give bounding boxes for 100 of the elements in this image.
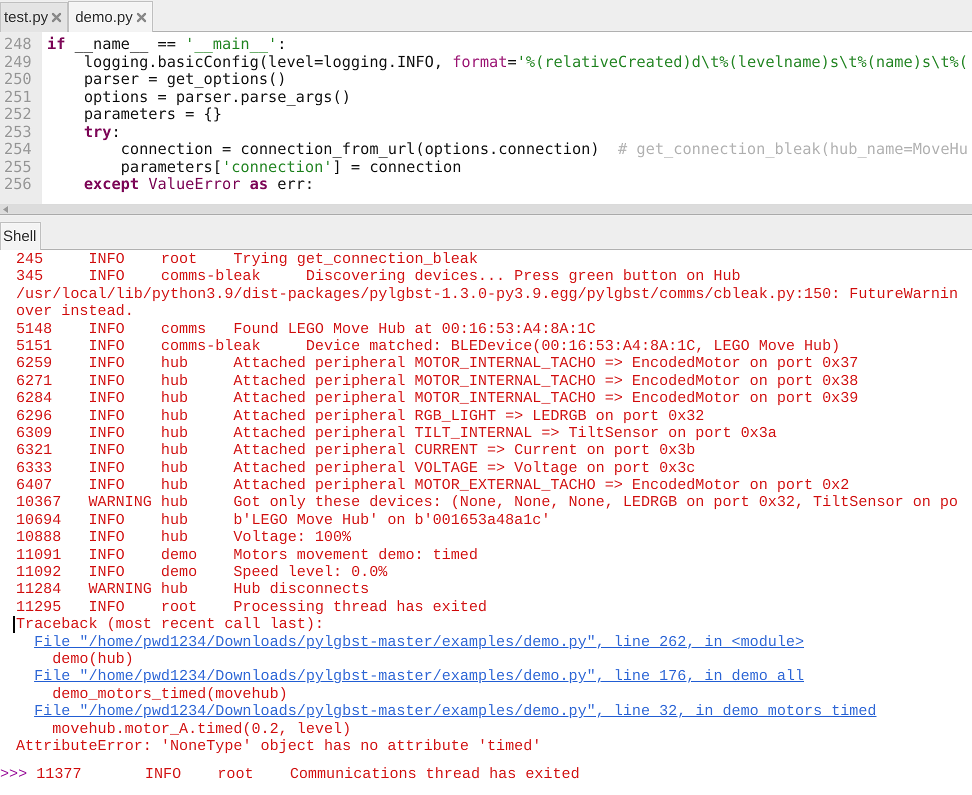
- log-time: 11091: [16, 546, 62, 564]
- source-line: demo(hub): [52, 650, 134, 668]
- log-message: Attached peripheral VOLTAGE => Voltage on port 0x3c: [233, 460, 696, 478]
- log-time: 345: [16, 268, 44, 286]
- line-number: 253: [3, 124, 33, 141]
- code-line: except ValueError as err:: [82, 176, 316, 194]
- log-logger: hub: [160, 355, 190, 373]
- code-line: options = parser.parse_args(): [82, 88, 352, 106]
- line-number: 252: [3, 106, 33, 124]
- shell-tab[interactable]: Shell: [0, 222, 42, 250]
- log-level: INFO: [88, 512, 126, 530]
- code-line: parser = get_options(): [82, 71, 286, 88]
- log-logger: hub: [160, 424, 190, 442]
- log-logger: hub: [160, 372, 190, 390]
- log-message: Communications thread has exited: [290, 766, 580, 784]
- source-line: movehub.motor_A.timed(0.2, level): [52, 720, 352, 738]
- log-logger: comms-bleak: [160, 338, 262, 356]
- log-time: 10694: [16, 512, 62, 530]
- log-time: 6271: [16, 372, 54, 390]
- log-logger: hub: [160, 408, 190, 425]
- log-message: Attached peripheral MOTOR_INTERNAL_TACHO => EncodedMotor on port 0x38: [233, 372, 858, 390]
- shell-prompt: >>>: [0, 766, 28, 784]
- log-logger: hub: [160, 494, 190, 512]
- line-number: 250: [3, 71, 33, 88]
- log-time: 6259: [16, 355, 54, 373]
- log-level: WARNING: [88, 494, 153, 512]
- log-logger: demo: [160, 564, 198, 582]
- log-time: 11092: [16, 564, 62, 582]
- log-message: Discovering devices... Press green button on Hub: [306, 268, 741, 286]
- log-level: INFO: [88, 424, 126, 442]
- log-level: INFO: [88, 529, 126, 547]
- log-time: 11284: [16, 581, 62, 599]
- scroll-left-icon[interactable]: [3, 206, 8, 212]
- log-level: INFO: [88, 442, 126, 460]
- line-number: 255: [3, 158, 33, 176]
- log-logger: hub: [160, 529, 190, 547]
- log-level: INFO: [88, 598, 126, 616]
- log-message: b'LEGO Move Hub' on b'001653a48a1c': [233, 512, 550, 530]
- log-message: Attached peripheral MOTOR_INTERNAL_TACHO => EncodedMotor on port 0x37: [233, 355, 858, 373]
- file-tab[interactable]: test.py: [0, 2, 68, 32]
- log-time: 10367: [16, 494, 62, 512]
- log-message: Attached peripheral MOTOR_INTERNAL_TACHO => EncodedMotor on port 0x39: [233, 390, 858, 408]
- log-level: INFO: [88, 338, 126, 356]
- log-logger: hub: [160, 460, 190, 478]
- log-level: WARNING: [88, 581, 153, 599]
- log-time: 11377: [36, 766, 83, 784]
- line-number: 249: [3, 54, 33, 71]
- log-logger: comms-bleak: [160, 268, 262, 286]
- horizontal-scrollbar[interactable]: [0, 204, 972, 214]
- close-icon[interactable]: [136, 12, 147, 22]
- traceback-link[interactable]: File "/home/pwd1234/Downloads/pylgbst-master/examples/demo.py", line 176, in demo_all: [34, 668, 804, 686]
- log-message: Got only these devices: (None, None, None, LEDRGB on port 0x32, TiltSensor on po: [233, 494, 958, 512]
- log-logger: root: [160, 251, 198, 268]
- code-line: connection = connection_from_url(options.connection) # get_connection_bleak(hub_name=MoveHu: [120, 141, 969, 158]
- log-message: Attached peripheral RGB_LIGHT => LEDRGB on port 0x32: [233, 408, 704, 425]
- error-text: Traceback (most recent call last):: [16, 616, 324, 634]
- error-text: /usr/local/lib/python3.9/dist-packages/pylgbst-1.3.0-py3.9.egg/pylgbst/comms/cbleak.py:150: FutureWarnin: [16, 286, 958, 304]
- log-time: 6321: [16, 442, 54, 460]
- log-logger: root: [217, 766, 255, 784]
- log-time: 6296: [16, 408, 54, 425]
- log-time: 6333: [16, 460, 54, 478]
- line-number: 251: [3, 88, 33, 106]
- log-message: Trying get_connection_bleak: [233, 251, 478, 268]
- log-time: 6407: [16, 477, 54, 494]
- file-tab[interactable]: demo.py: [68, 1, 153, 32]
- log-message: Voltage: 100%: [233, 529, 352, 547]
- log-level: INFO: [88, 372, 126, 390]
- line-number: 248: [3, 36, 33, 54]
- log-message: Found LEGO Move Hub at 00:16:53:A4:8A:1C: [233, 320, 596, 338]
- log-logger: root: [160, 598, 198, 616]
- line-number: 254: [3, 141, 33, 158]
- log-level: INFO: [144, 766, 182, 784]
- traceback-link[interactable]: File "/home/pwd1234/Downloads/pylgbst-master/examples/demo.py", line 262, in <module>: [34, 634, 804, 651]
- code-line: try:: [82, 124, 122, 141]
- error-text: AttributeError: 'NoneType' object has no attribute 'timed': [16, 738, 542, 756]
- log-logger: comms: [160, 320, 208, 338]
- log-time: 6309: [16, 424, 54, 442]
- log-level: INFO: [88, 268, 126, 286]
- log-time: 245: [16, 251, 44, 268]
- log-level: INFO: [88, 251, 126, 268]
- log-message: Attached peripheral CURRENT => Current on port 0x3b: [233, 442, 696, 460]
- log-level: INFO: [88, 564, 126, 582]
- log-message: Hub disconnects: [233, 581, 370, 599]
- log-logger: hub: [160, 390, 190, 408]
- log-message: Processing thread has exited: [233, 598, 487, 616]
- log-message: Attached peripheral MOTOR_EXTERNAL_TACHO => EncodedMotor on port 0x2: [233, 477, 850, 494]
- log-logger: hub: [160, 512, 190, 530]
- log-level: INFO: [88, 408, 126, 425]
- log-time: 5148: [16, 320, 54, 338]
- code-line: logging.basicConfig(level=logging.INFO, format='%(relativeCreated)d\t%(levelname)s\t%(name)s\t%(: [84, 54, 969, 71]
- log-level: INFO: [88, 460, 126, 478]
- log-time: 5151: [16, 338, 54, 356]
- log-logger: hub: [160, 442, 190, 460]
- log-level: INFO: [88, 390, 126, 408]
- log-time: 6284: [16, 390, 54, 408]
- log-message: Motors movement demo: timed: [233, 546, 478, 564]
- traceback-link[interactable]: File "/home/pwd1234/Downloads/pylgbst-master/examples/demo.py", line 32, in demo_motors_timed: [34, 703, 876, 721]
- log-logger: hub: [160, 581, 190, 599]
- log-level: INFO: [88, 355, 126, 373]
- close-icon[interactable]: [51, 12, 62, 23]
